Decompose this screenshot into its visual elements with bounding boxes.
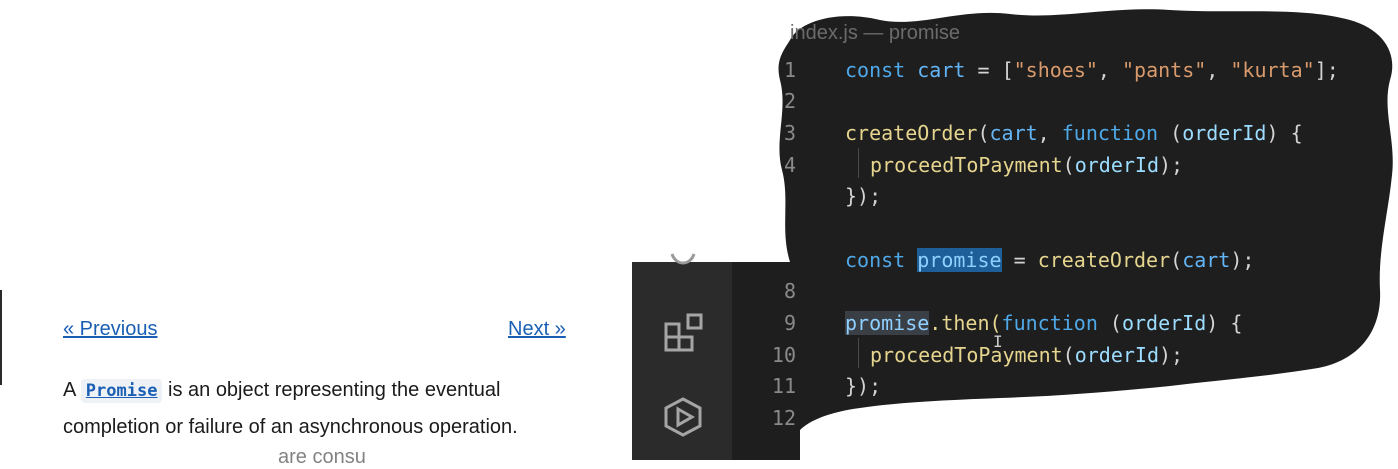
editor-tab-title[interactable]: index.js — promise [790, 22, 960, 45]
extensions-icon[interactable] [662, 312, 704, 354]
line-number: 1 [783, 58, 796, 82]
code-line-10: proceedToPayment(orderId); [870, 343, 1184, 367]
line-number: 12 [771, 406, 796, 430]
indent-guide [858, 338, 859, 368]
run-debug-icon[interactable] [662, 396, 704, 438]
line-number: 10 [771, 343, 796, 367]
code-line-9: promise.then(function (orderId) { [845, 311, 1243, 335]
code-line-1: const cart = ["shoes", "pants", "kurta"]… [845, 58, 1339, 82]
text-cursor-icon: I [993, 332, 1003, 351]
word-occurrence: promise [845, 311, 930, 335]
code-line-4: proceedToPayment(orderId); [870, 153, 1184, 177]
line-number: 8 [783, 279, 796, 303]
code-line-3: createOrder(cart, function (orderId) { [845, 121, 1303, 145]
line-number: 11 [771, 374, 796, 398]
selected-word: promise [917, 248, 1002, 272]
line-number: 2 [783, 89, 796, 113]
code-line-7: const promise = createOrder(cart); [845, 248, 1255, 272]
indent-guide [858, 148, 859, 178]
line-number: 3 [783, 121, 796, 145]
code-line-11: }); [845, 374, 882, 398]
line-number: 4 [783, 153, 796, 177]
code-line-5: }); [845, 184, 882, 208]
debug-icon[interactable] [662, 250, 704, 272]
line-number: 9 [783, 311, 796, 335]
